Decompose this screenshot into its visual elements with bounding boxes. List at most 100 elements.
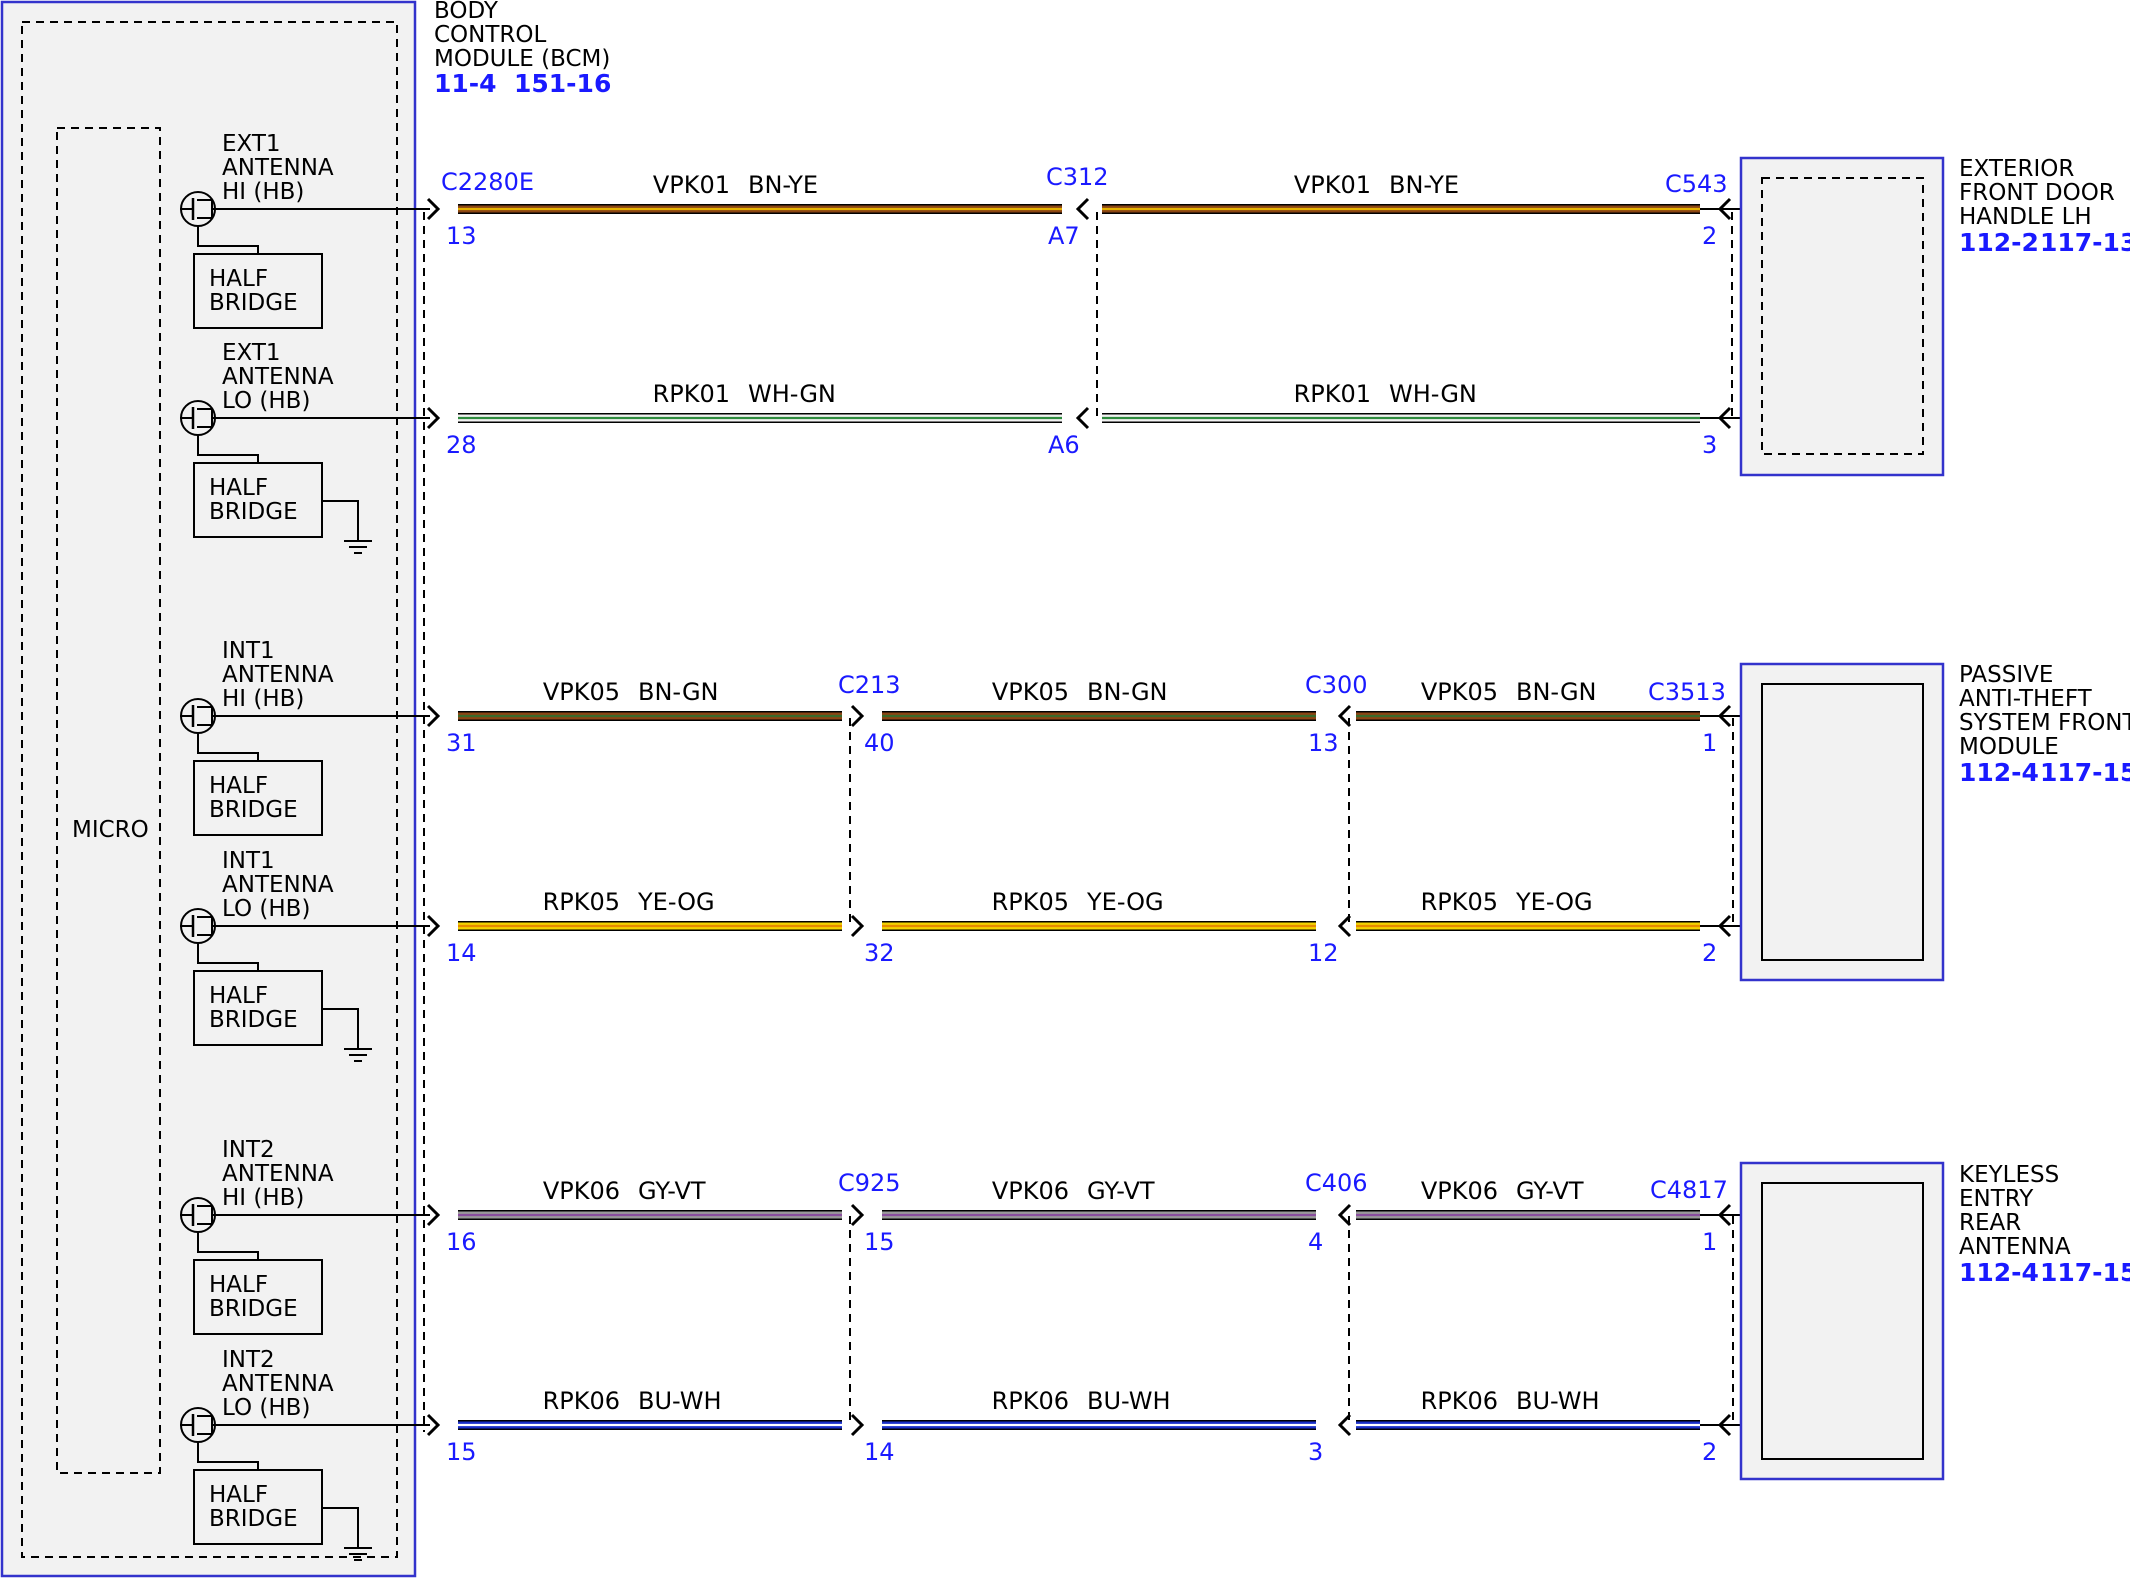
pin-number: A7 [1048,222,1080,250]
pin-number: 1 [1702,729,1717,757]
wire-run: RPK06 BU-WH RPK06 BU-WH RPK06 BU-WH 15 14 3 2 [446,1387,1762,1466]
wire-color-code: BN-GN [1087,678,1168,706]
pin-number: A6 [1048,431,1080,459]
circuit-id: VPK05 [543,678,620,706]
wire-segment[interactable]: RPK05 YE-OG [458,888,842,931]
antenna-label-line-3: HI (HB) [222,686,304,712]
component-label-line-3: HANDLE LH [1959,204,2092,230]
component-ref-1[interactable]: 112-2 [1959,228,2039,257]
keyless-entry-rear-antenna: KEYLESS ENTRY REAR ANTENNA 112-4 117-15 [1739,1161,2130,1481]
antenna-label-line-1: INT2 [222,1347,275,1373]
connector-arrow-icon [850,704,865,728]
antenna-label-line-3: HI (HB) [222,1185,304,1211]
circuit-id: RPK05 [1421,888,1498,916]
component-ref-1[interactable]: 112-4 [1959,1258,2039,1287]
wire-color-code: YE-OG [1086,888,1164,916]
connector-c2280e[interactable]: C2280E [441,168,534,196]
component-label-line-2: FRONT DOOR [1959,180,2115,206]
half-bridge-label: HALF [209,983,268,1009]
antenna-label-line-2: ANTENNA [222,1371,334,1397]
connector-c4817[interactable]: C4817 [1650,1176,1728,1204]
circuit-id: RPK01 [653,380,730,408]
connector-c543[interactable]: C543 [1665,170,1728,198]
wire-color-code: BU-WH [638,1387,722,1415]
wire-segment[interactable]: RPK05 YE-OG [1356,888,1700,931]
circuit-id: RPK05 [992,888,1069,916]
wire-color-code: WH-GN [1389,380,1477,408]
wire-segment[interactable]: VPK05 BN-GN [882,678,1316,721]
component-label-line-3: SYSTEM FRONT [1959,710,2130,736]
half-bridge-label: HALF [209,773,268,799]
wire-segment[interactable]: RPK06 BU-WH [458,1387,842,1430]
pin-number: 28 [446,431,477,459]
bcm-ref-2[interactable]: 151-16 [514,69,611,98]
pin-number: 16 [446,1228,477,1256]
wire-color-code: BN-GN [1516,678,1597,706]
wire-segment[interactable]: RPK05 YE-OG [882,888,1316,931]
connector-c312[interactable]: C312 [1046,163,1109,191]
bcm-title-line-1: BODY [434,0,499,24]
connector-arrow-icon [850,1203,865,1227]
component-ref-1[interactable]: 112-4 [1959,758,2039,787]
half-bridge-label: HALF [209,266,268,292]
half-bridge-label: HALF [209,475,268,501]
circuit-id: RPK06 [543,1387,620,1415]
connector-arrow-icon [850,914,865,938]
wire-color-code: WH-GN [748,380,836,408]
circuit-id: VPK01 [653,171,730,199]
pin-number: 32 [864,939,895,967]
connector-arrow-icon [1337,914,1352,938]
wire-segment[interactable]: VPK06 GY-VT [458,1177,842,1220]
component-label-line-1: EXTERIOR [1959,156,2074,182]
half-bridge-label: HALF [209,1482,268,1508]
connector-c213[interactable]: C213 [838,671,901,699]
bcm-title: BODY CONTROL MODULE (BCM) 11-4 151-16 [434,0,611,98]
pin-number: 13 [1308,729,1339,757]
component-box [1739,156,1945,477]
component-label-line-4: MODULE [1959,734,2059,760]
pin-number: 12 [1308,939,1339,967]
connector-c406[interactable]: C406 [1305,1169,1368,1197]
component-inner-box [1761,683,1924,961]
connector-arrow-icon [1075,406,1090,430]
wire-color-code: GY-VT [1516,1177,1584,1205]
wire-color-code: GY-VT [638,1177,706,1205]
connector-c3513[interactable]: C3513 [1648,678,1726,706]
component-label-line-1: KEYLESS [1959,1162,2059,1188]
component-ref-2[interactable]: 117-13 [2040,228,2130,257]
wire-segment[interactable]: RPK01 WH-GN [458,380,1062,423]
component-label-line-2: ANTI-THEFT [1959,686,2093,712]
connector-arrow-icon [850,1413,865,1437]
wire-segment[interactable]: VPK01 BN-YE [458,171,1062,214]
pin-number: 13 [446,222,477,250]
wire-segment[interactable]: VPK06 GY-VT [882,1177,1316,1220]
wire-segment[interactable]: VPK01 BN-YE [1102,171,1700,214]
antenna-label-line-2: ANTENNA [222,155,334,181]
bcm-ref-1[interactable]: 11-4 [434,69,497,98]
antenna-label-line-2: ANTENNA [222,872,334,898]
wire-segment[interactable]: RPK06 BU-WH [882,1387,1316,1430]
pin-number: 1 [1702,1228,1717,1256]
component-ref-2[interactable]: 117-15 [2040,1258,2130,1287]
half-bridge-label: BRIDGE [209,290,298,316]
connector-arrow-icon [1337,1203,1352,1227]
connector-c925[interactable]: C925 [838,1169,901,1197]
half-bridge-label: BRIDGE [209,797,298,823]
wire-segment[interactable]: VPK06 GY-VT [1356,1177,1700,1220]
wire-run: VPK06 GY-VT VPK06 GY-VT VPK06 GY-VT 16 15 4 1 [446,1177,1762,1256]
wire-segment[interactable]: RPK01 WH-GN [1102,380,1700,423]
connector-c300[interactable]: C300 [1305,671,1368,699]
pin-number: 2 [1702,939,1717,967]
circuit-id: VPK05 [1421,678,1498,706]
half-bridge-label: HALF [209,1272,268,1298]
wire-color-code: GY-VT [1087,1177,1155,1205]
component-inner-box [1761,1182,1924,1460]
circuit-id: VPK06 [543,1177,620,1205]
wire-segment[interactable]: RPK06 BU-WH [1356,1387,1700,1430]
wire-run: VPK05 BN-GN VPK05 BN-GN VPK05 BN-GN 31 40 13 1 [446,678,1762,757]
component-label-line-1: PASSIVE [1959,662,2053,688]
half-bridge-label: BRIDGE [209,499,298,525]
wire-segment[interactable]: VPK05 BN-GN [458,678,842,721]
antenna-label-line-3: LO (HB) [222,1395,310,1421]
component-ref-2[interactable]: 117-15 [2040,758,2130,787]
